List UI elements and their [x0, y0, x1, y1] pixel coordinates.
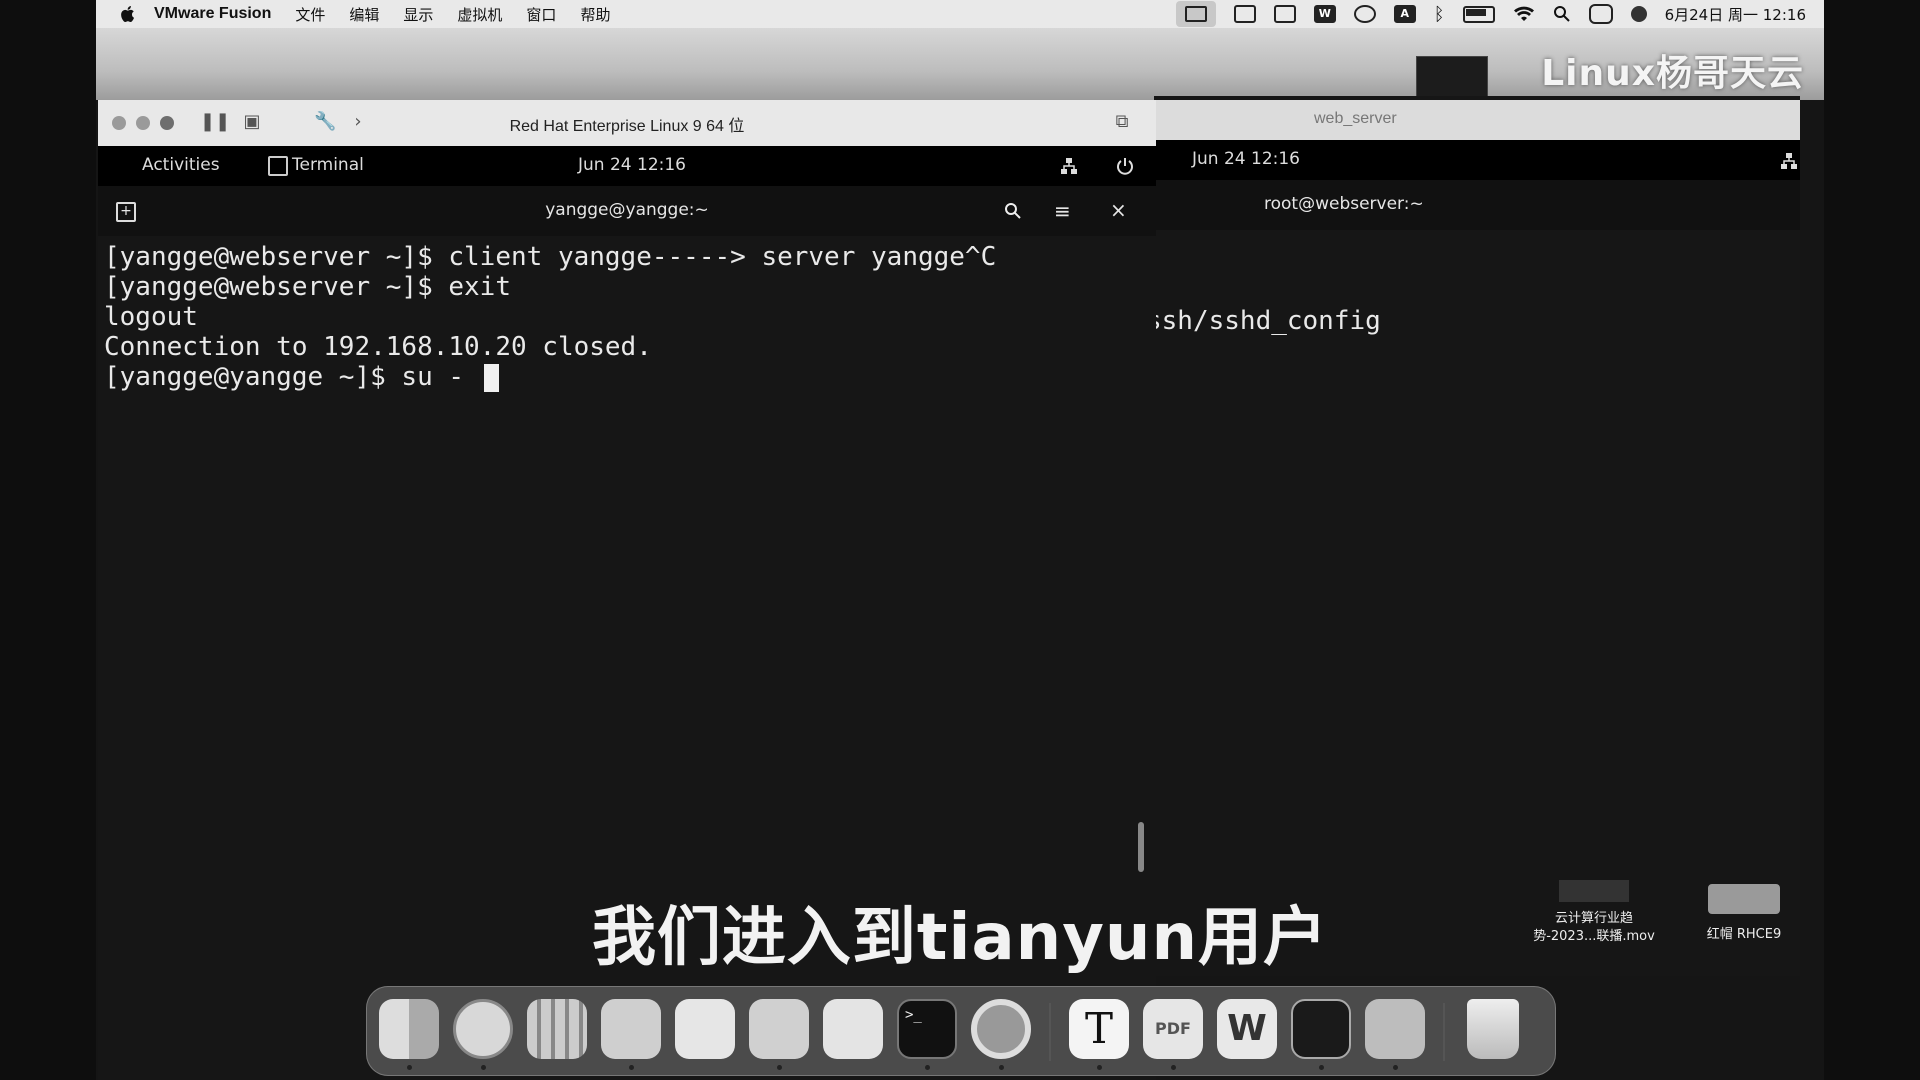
sync-icon[interactable] [1353, 5, 1376, 23]
text-cursor [483, 363, 499, 392]
menu-file[interactable]: 文件 [295, 4, 325, 25]
menu-window[interactable]: 窗口 [526, 4, 556, 25]
menubar-clock[interactable]: 6月24日 周一 12:16 [1665, 4, 1806, 25]
folder-icon [1708, 884, 1780, 914]
power-icon[interactable] [1116, 157, 1134, 175]
running-indicator [999, 1065, 1004, 1070]
chatbot-icon[interactable] [1291, 999, 1351, 1059]
apple-menu-icon[interactable] [118, 4, 138, 24]
menu-help[interactable]: 帮助 [580, 4, 610, 25]
vm1-titlebar[interactable]: ❚❚ ▣ 🔧 › Red Hat Enterprise Linux 9 64 位… [98, 100, 1156, 147]
wps-icon[interactable]: W [1217, 999, 1277, 1059]
menu-edit[interactable]: 编辑 [349, 4, 379, 25]
desktop-folder-rhce9[interactable]: 红帽 RHCE9 [1684, 884, 1804, 944]
control-center-icon[interactable] [1588, 4, 1613, 24]
vm2-title: web_server [1314, 110, 1397, 127]
network-icon[interactable] [1060, 157, 1078, 175]
activities-button[interactable]: Activities [142, 155, 220, 175]
vm-window-web-server[interactable]: web_server Jun 24 12:16 root@webserver:~… [1146, 96, 1800, 976]
running-indicator [629, 1065, 634, 1070]
vm2-titlebar[interactable]: web_server [1154, 100, 1800, 140]
left-letterbox [0, 0, 96, 1080]
right-letterbox [1824, 0, 1920, 1080]
menu-view[interactable]: 显示 [403, 4, 433, 25]
input-a-icon[interactable]: A [1393, 5, 1416, 23]
running-indicator [777, 1065, 782, 1070]
launchpad-icon[interactable] [527, 999, 587, 1059]
pdf-expert-icon[interactable]: PDF [1143, 999, 1203, 1059]
terminal-line: logout [104, 302, 198, 332]
desktop-file-label: 红帽 RHCE9 [1706, 927, 1782, 942]
vm2-gnome-topbar: Jun 24 12:16 [1154, 140, 1800, 180]
terminal-output[interactable]: [yangge@webserver ~]$ client yangge-----… [98, 236, 1156, 976]
desktop-file-video[interactable]: 云计算行业趋 势-2023...联播.mov [1514, 880, 1674, 946]
running-indicator [407, 1065, 412, 1070]
search-icon[interactable] [1553, 5, 1571, 23]
vmware-status-icon[interactable] [1175, 1, 1216, 27]
vm2-terminal-header: root@webserver:~ [1154, 180, 1800, 230]
dock-separator [1443, 1003, 1445, 1061]
vm2-clock[interactable]: Jun 24 12:16 [1192, 149, 1300, 169]
running-indicator [481, 1065, 486, 1070]
watermark-thumbnail [1416, 56, 1488, 98]
gnome-topbar: Activities Terminal Jun 24 12:16 [98, 146, 1156, 186]
dock-separator [1049, 1003, 1051, 1061]
window-icon[interactable] [1273, 5, 1296, 23]
desktop-file-label: 势-2023...联播.mov [1533, 929, 1655, 944]
mac-menubar: VMware Fusion 文件 编辑 显示 虚拟机 窗口 帮助 W A ᛒ 6… [96, 0, 1824, 28]
screen-sharing-icon[interactable] [1365, 999, 1425, 1059]
siri-icon[interactable] [1630, 6, 1647, 22]
folder-icon[interactable] [823, 999, 883, 1059]
terminal-line: [yangge@yangge ~]$ su - [104, 362, 480, 392]
hamburger-menu-icon[interactable]: ≡ [1054, 199, 1071, 223]
finder-icon[interactable] [379, 999, 439, 1059]
app-name-menu[interactable]: VMware Fusion [154, 5, 271, 23]
vmware-icon[interactable] [971, 999, 1031, 1059]
network-icon[interactable] [1780, 152, 1798, 170]
gnome-clock[interactable]: Jun 24 12:16 [578, 155, 686, 175]
typora-icon[interactable]: T [1069, 999, 1129, 1059]
trash-icon[interactable] [1467, 999, 1519, 1059]
running-indicator [1097, 1065, 1102, 1070]
scroll-handle[interactable] [1138, 822, 1144, 872]
safari-icon[interactable] [453, 999, 513, 1059]
terminal-app-menu[interactable]: Terminal [292, 155, 364, 175]
camera-icon[interactable] [1233, 5, 1256, 23]
fullscreen-icon[interactable]: ⧉ [1112, 112, 1132, 132]
vm2-terminal-line: ssh/sshd_config [1146, 306, 1381, 336]
search-icon[interactable] [1004, 202, 1022, 220]
battery-icon[interactable] [1462, 5, 1495, 23]
wifi-icon[interactable] [1513, 5, 1535, 23]
desktop-file-label: 云计算行业趋 [1554, 911, 1633, 926]
vm2-terminal-title: root@webserver:~ [1264, 194, 1424, 214]
terminal-icon[interactable]: >_ [897, 999, 957, 1059]
running-indicator [1319, 1065, 1324, 1070]
wps-icon[interactable]: W [1313, 5, 1336, 23]
running-indicator [1171, 1065, 1176, 1070]
mac-screen: VMware Fusion 文件 编辑 显示 虚拟机 窗口 帮助 W A ᛒ 6… [96, 0, 1824, 1080]
terminal-title: yangge@yangge:~ [545, 200, 709, 220]
video-thumbnail [1559, 880, 1629, 902]
terminal-headerbar: + yangge@yangge:~ ≡ × [98, 186, 1156, 236]
menu-vm[interactable]: 虚拟机 [457, 4, 502, 25]
terminal-line: Connection to 192.168.10.20 closed. [104, 332, 652, 362]
terminal-line: [yangge@webserver ~]$ exit [104, 272, 511, 302]
bluetooth-icon[interactable]: ᛒ [1434, 4, 1445, 25]
terminal-prompt-line[interactable]: [yangge@yangge ~]$ su - [104, 362, 499, 392]
mail-icon[interactable] [601, 999, 661, 1059]
running-indicator [925, 1065, 930, 1070]
close-icon[interactable]: × [1110, 198, 1127, 222]
mac-dock: >_ T PDF W [366, 986, 1556, 1076]
terminal-app-icon[interactable] [268, 156, 288, 176]
notes-icon[interactable] [675, 999, 735, 1059]
vm1-title: Red Hat Enterprise Linux 9 64 位 [509, 118, 745, 135]
running-indicator [1393, 1065, 1398, 1070]
freeform-icon[interactable] [749, 999, 809, 1059]
bilibili-watermark: Linux杨哥天云 [1541, 53, 1804, 94]
terminal-line: [yangge@webserver ~]$ client yangge-----… [104, 242, 997, 272]
